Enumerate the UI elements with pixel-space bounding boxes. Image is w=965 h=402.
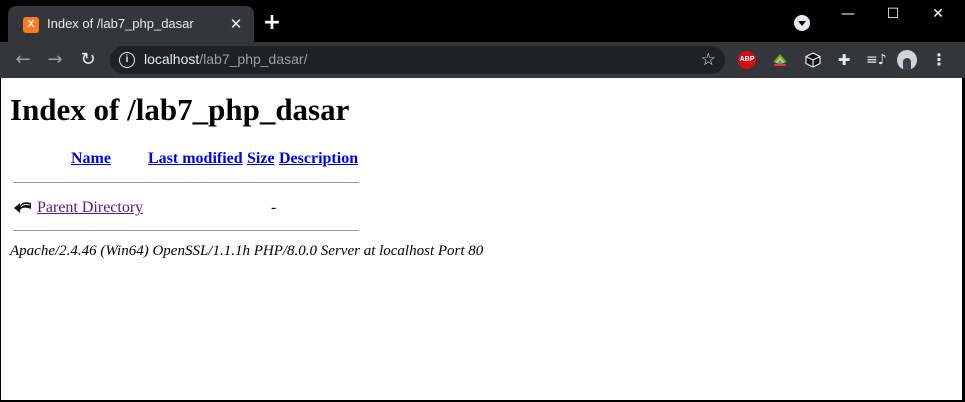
column-description-link[interactable]: Description [279,150,358,168]
url-text[interactable]: localhost/lab7_php_dasar/ [144,51,307,67]
avatar[interactable] [897,50,917,70]
divider [13,230,359,231]
column-name-link[interactable]: Name [71,150,111,168]
tab-search-icon[interactable] [794,15,810,31]
page-content: Index of /lab7_php_dasar Name Last modif… [1,78,962,400]
size-value: - [271,199,277,216]
puzzle-icon[interactable]: ✚ [835,51,853,69]
column-size-link[interactable]: Size [247,150,275,168]
tab-strip: X Index of /lab7_php_dasar ✕ + — ☐ ✕ [0,0,965,42]
server-signature: Apache/2.4.46 (Win64) OpenSSL/1.1.1h PHP… [10,243,484,259]
divider [13,182,359,183]
reload-icon[interactable]: ↻ [76,48,100,72]
parent-directory-link[interactable]: Parent Directory [37,199,143,217]
back-icon [13,197,33,217]
browser-toolbar: ← → ↻ i localhost/lab7_php_dasar/ ☆ ABP … [0,42,965,78]
info-icon[interactable]: i [119,52,135,68]
kebab-menu-icon[interactable]: ⋮ [930,51,948,69]
maximize-icon[interactable]: ☐ [870,0,916,30]
adblock-icon[interactable]: ABP [738,51,756,69]
colorful-extension-icon[interactable] [771,51,789,69]
xampp-favicon-icon: X [23,17,39,33]
forward-arrow-icon[interactable]: → [43,48,67,72]
tab-close-icon[interactable]: ✕ [228,16,244,32]
star-icon[interactable]: ☆ [701,49,716,71]
url-path: /lab7_php_dasar/ [199,51,308,67]
address-bar[interactable]: i localhost/lab7_php_dasar/ ☆ [110,46,725,74]
browser-tab[interactable]: X Index of /lab7_php_dasar ✕ [8,6,254,42]
url-host: localhost [144,51,200,67]
tab-title: Index of /lab7_php_dasar [47,16,194,31]
column-last-modified-link[interactable]: Last modified [148,150,243,168]
minimize-icon[interactable]: — [825,0,871,30]
new-tab-button[interactable]: + [261,12,283,34]
back-arrow-icon[interactable]: ← [11,48,35,72]
close-window-icon[interactable]: ✕ [915,0,961,30]
cube-icon[interactable] [804,51,822,69]
page-title: Index of /lab7_php_dasar [10,92,350,127]
media-queue-icon[interactable]: ≡♪ [866,51,887,69]
